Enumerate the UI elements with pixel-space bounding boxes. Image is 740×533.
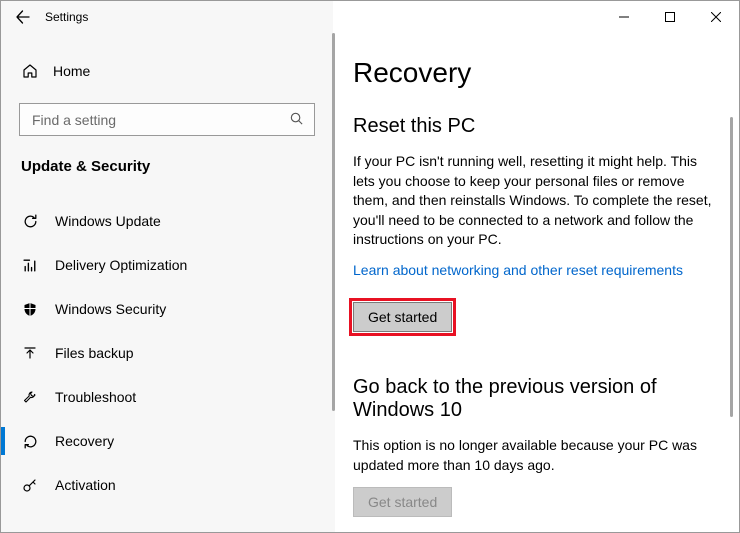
- sidebar-home[interactable]: Home: [19, 53, 317, 89]
- sidebar-home-label: Home: [53, 63, 90, 79]
- content-pane: Recovery Reset this PC If your PC isn't …: [335, 33, 739, 532]
- sidebar-item-troubleshoot[interactable]: Troubleshoot: [1, 375, 335, 419]
- sidebar-item-label: Troubleshoot: [55, 389, 136, 405]
- titlebar: Settings: [1, 1, 739, 33]
- shield-icon: [21, 300, 39, 318]
- maximize-icon: [665, 12, 675, 22]
- window-title: Settings: [45, 10, 88, 24]
- sidebar-item-label: Windows Security: [55, 301, 166, 317]
- section-goback-body: This option is no longer available becau…: [353, 436, 713, 475]
- key-icon: [21, 476, 39, 494]
- sidebar-item-files-backup[interactable]: Files backup: [1, 331, 335, 375]
- search-icon: [289, 111, 304, 129]
- sidebar-item-recovery[interactable]: Recovery: [1, 419, 335, 463]
- backup-icon: [21, 344, 39, 362]
- maximize-button[interactable]: [647, 1, 693, 33]
- sidebar-item-label: Activation: [55, 477, 116, 493]
- arrow-left-icon: [15, 9, 31, 25]
- minimize-button[interactable]: [601, 1, 647, 33]
- sidebar-item-delivery-optimization[interactable]: Delivery Optimization: [1, 243, 335, 287]
- close-icon: [711, 12, 721, 22]
- search-input-wrapper[interactable]: [19, 103, 315, 136]
- minimize-icon: [619, 12, 629, 22]
- home-icon: [21, 62, 39, 80]
- sidebar-category: Update & Security: [19, 158, 317, 175]
- close-button[interactable]: [693, 1, 739, 33]
- sidebar-item-label: Files backup: [55, 345, 134, 361]
- reset-get-started-button[interactable]: Get started: [353, 302, 452, 332]
- sidebar: Home Update & Security Windows Update: [1, 33, 335, 532]
- sidebar-item-label: Delivery Optimization: [55, 257, 187, 273]
- goback-get-started-button: Get started: [353, 487, 452, 517]
- section-reset-heading: Reset this PC: [353, 115, 739, 138]
- sidebar-item-windows-update[interactable]: Windows Update: [1, 199, 335, 243]
- section-goback-heading: Go back to the previous version of Windo…: [353, 376, 693, 422]
- sync-icon: [21, 212, 39, 230]
- recovery-icon: [21, 432, 39, 450]
- search-input[interactable]: [30, 111, 289, 129]
- sidebar-nav: Windows Update Delivery Optimization Win…: [1, 199, 335, 507]
- sidebar-item-activation[interactable]: Activation: [1, 463, 335, 507]
- sidebar-item-label: Windows Update: [55, 213, 161, 229]
- section-reset-body: If your PC isn't running well, resetting…: [353, 152, 713, 250]
- content-scrollbar[interactable]: [730, 117, 733, 417]
- reset-learn-link[interactable]: Learn about networking and other reset r…: [353, 262, 683, 278]
- wrench-icon: [21, 388, 39, 406]
- back-button[interactable]: [1, 1, 45, 33]
- page-title: Recovery: [353, 57, 739, 89]
- delivery-icon: [21, 256, 39, 274]
- sidebar-item-label: Recovery: [55, 433, 114, 449]
- main-area: Home Update & Security Windows Update: [1, 33, 739, 532]
- sidebar-item-windows-security[interactable]: Windows Security: [1, 287, 335, 331]
